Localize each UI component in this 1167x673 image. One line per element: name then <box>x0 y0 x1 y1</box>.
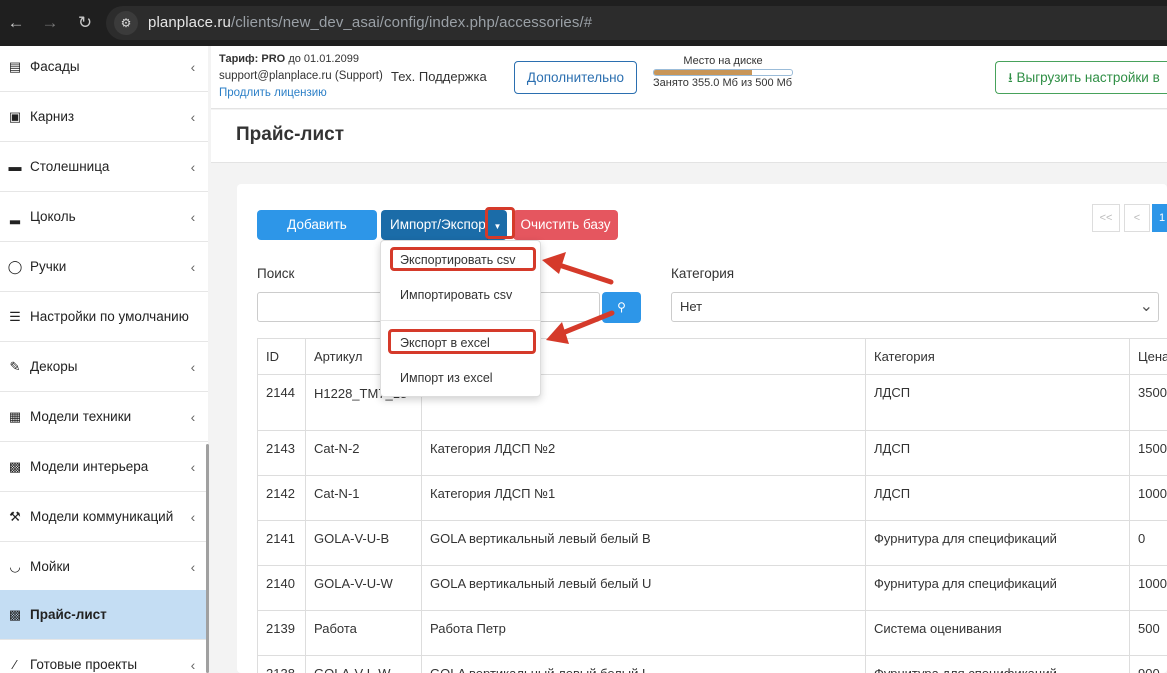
annotation-arrowhead-1 <box>542 252 566 274</box>
annotation-arrow-1 <box>553 261 614 285</box>
annotation-arrow-2 <box>557 310 615 337</box>
annotation-arrows <box>542 252 615 344</box>
